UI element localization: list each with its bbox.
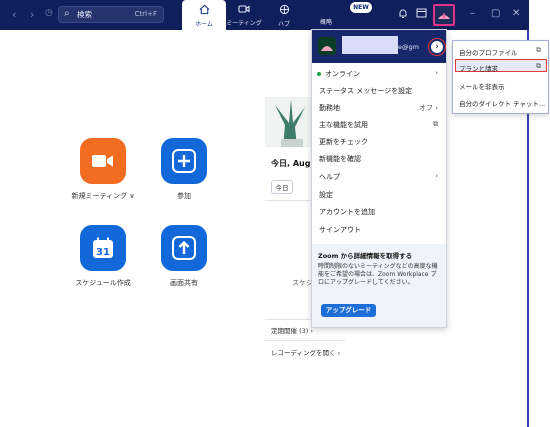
online-status-dot: [317, 72, 321, 76]
chevron-right-icon: ›: [337, 349, 341, 357]
profile-menu: e@gm › オンライン › ステータス メッセージを設定 勤務地 オフ › 主…: [311, 29, 447, 328]
menu-item-status-message[interactable]: ステータス メッセージを設定: [319, 86, 412, 96]
plus-icon: [161, 138, 207, 184]
open-recordings-link[interactable]: レコーディングを開く ›: [271, 347, 340, 357]
menu-item-sign-out[interactable]: サインアウト: [319, 225, 361, 235]
promo-title: Zoom から詳細情報を取得する: [318, 252, 413, 260]
tab-hub-label: ハブ: [277, 21, 290, 28]
upgrade-button[interactable]: アップグレード: [321, 304, 376, 317]
tab-home[interactable]: ホーム: [182, 0, 226, 30]
new-badge: NEW: [350, 2, 372, 13]
avatar-button[interactable]: [433, 4, 455, 26]
promo-body: 時間制限のないミーティングなどの高度な機能をご希望の場合は、Zoom Workp…: [318, 263, 438, 286]
chevron-right-icon: ›: [310, 327, 313, 335]
menu-item-add-account[interactable]: アカウントを追加: [319, 207, 375, 217]
chevron-right-icon[interactable]: ›: [30, 8, 34, 21]
tab-overview-label: 概略: [319, 19, 332, 26]
profile-header[interactable]: e@gm ›: [312, 30, 446, 63]
search-shortcut: Ctrl+F: [134, 9, 157, 18]
submenu-item-plans-billing[interactable]: プランと請求: [459, 63, 498, 73]
new-meeting-label: 新規ミーティング ∨: [71, 192, 135, 200]
search-icon: ⌕: [64, 8, 70, 19]
menu-item-check-updates[interactable]: 更新をチェック: [319, 137, 368, 147]
maximize-icon[interactable]: ▢: [491, 8, 500, 19]
chevron-down-icon[interactable]: ∨: [129, 192, 134, 200]
submenu-item-direct-chat[interactable]: 自分のダイレクト チャット...: [459, 98, 545, 108]
calendar-date-title: 今日, Aug: [271, 159, 311, 168]
tab-hub[interactable]: ハブ: [262, 0, 306, 30]
hub-icon: [262, 4, 306, 18]
share-screen-label: 画面共有: [170, 279, 198, 287]
bell-icon[interactable]: [398, 8, 408, 22]
calendar-day: 31: [96, 247, 110, 258]
app-window: ‹ › ◷ ⌕ 検索 Ctrl+F ホーム ミーティング ハブ 概略 NEW –…: [0, 0, 549, 427]
join-label: 参加: [177, 192, 191, 200]
new-meeting-button[interactable]: [80, 138, 126, 184]
video-icon: [222, 4, 266, 17]
share-screen-button[interactable]: [161, 225, 207, 271]
menu-item-settings[interactable]: 設定: [319, 190, 333, 200]
schedule-label: スケジュール作成: [75, 279, 131, 287]
profile-submenu: 自分のプロファイル ⧉ プランと請求 ⧉ メールを非表示 自分のダイレクト チャ…: [452, 40, 549, 114]
tab-home-label: ホーム: [195, 21, 213, 28]
menu-item-work-location[interactable]: 勤務地: [319, 103, 340, 113]
email-redacted: [342, 36, 398, 54]
menu-item-online[interactable]: オンライン: [325, 69, 360, 79]
menu-item-whats-new[interactable]: 新機能を確認: [319, 154, 361, 164]
schedule-button[interactable]: 31: [80, 225, 126, 271]
search-input[interactable]: ⌕ 検索 Ctrl+F: [58, 6, 164, 23]
regular-meetings[interactable]: 定期開催 (3) ›: [271, 325, 313, 335]
tab-meetings[interactable]: ミーティング: [222, 0, 266, 30]
email-text: e@gm: [398, 43, 419, 51]
upgrade-promo: Zoom から詳細情報を取得する 時間制限のないミーティングなどの高度な機能をご…: [312, 244, 446, 327]
minimize-icon[interactable]: –: [470, 8, 475, 19]
tab-meetings-label: ミーティング: [226, 20, 262, 27]
window-icon[interactable]: [416, 8, 427, 21]
submenu-item-hide-email[interactable]: メールを非表示: [459, 81, 505, 91]
overview-icon: [304, 4, 348, 16]
divider: [265, 200, 315, 201]
divider: [265, 340, 345, 341]
avatar-icon: [435, 6, 453, 24]
chevron-right-icon[interactable]: ›: [431, 41, 443, 53]
title-bar: ‹ › ◷ ⌕ 検索 Ctrl+F ホーム ミーティング ハブ 概略 NEW –…: [0, 0, 529, 30]
today-button[interactable]: 今日: [271, 180, 293, 194]
menu-item-try-features[interactable]: 主な機能を試用: [319, 120, 368, 130]
external-link-icon: ⧉: [536, 62, 541, 70]
search-label: 検索: [77, 10, 92, 19]
close-icon[interactable]: ✕: [512, 8, 520, 19]
home-icon: [182, 4, 226, 18]
share-up-icon: [161, 225, 207, 271]
join-button[interactable]: [161, 138, 207, 184]
chevron-right-icon: ›: [435, 172, 438, 180]
avatar: [318, 37, 336, 55]
menu-item-help[interactable]: ヘルプ: [319, 172, 340, 182]
chevron-left-icon[interactable]: ‹: [12, 8, 16, 21]
chevron-right-icon: ›: [435, 69, 438, 77]
submenu-item-my-profile[interactable]: 自分のプロファイル: [459, 47, 518, 57]
plant-image: [265, 97, 315, 147]
work-location-value: オフ ›: [418, 104, 438, 112]
schedule-text: スケジ: [292, 279, 313, 287]
calendar-icon: 31: [80, 225, 126, 271]
video-camera-icon: [80, 138, 126, 184]
tab-overview[interactable]: 概略: [304, 0, 348, 30]
external-link-icon: ⧉: [433, 120, 438, 128]
history-icon[interactable]: ◷: [45, 8, 53, 18]
external-link-icon: ⧉: [536, 46, 541, 54]
